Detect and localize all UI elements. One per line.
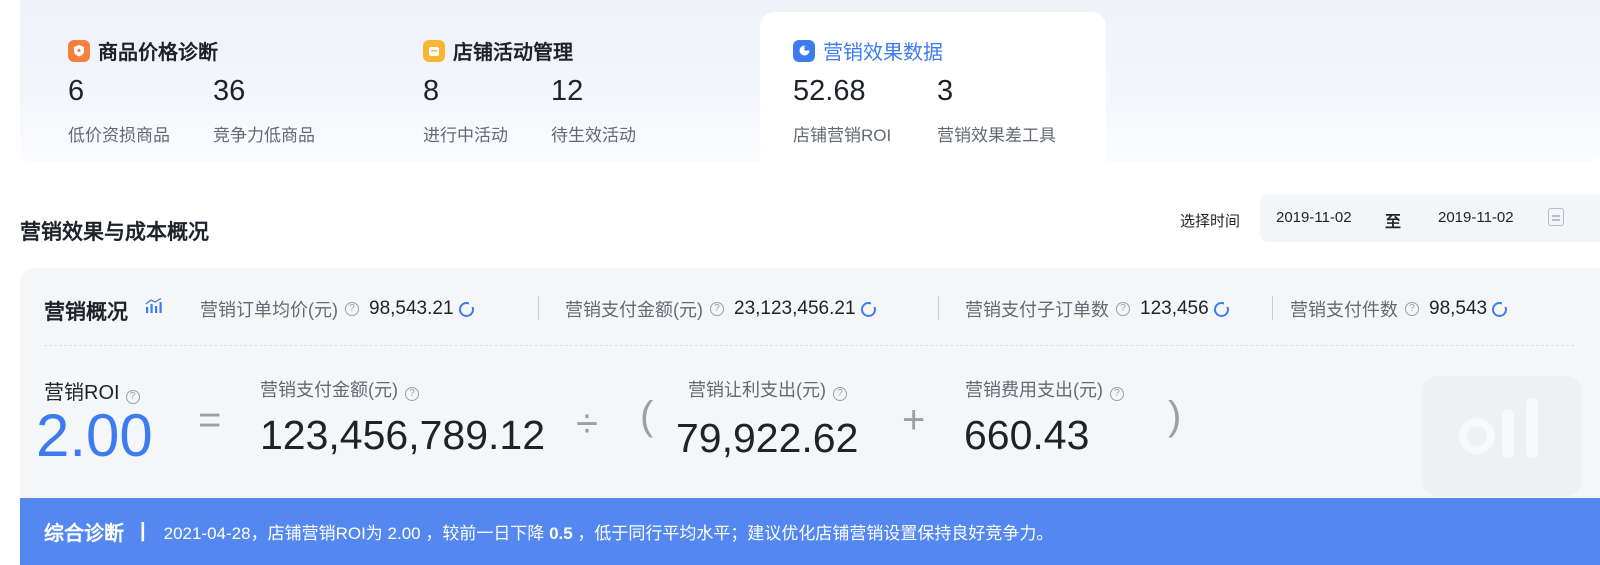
fee-label: 营销费用支出(元)? (965, 376, 1134, 402)
stat-label: 竞争力低商品 (213, 126, 315, 145)
divider (938, 296, 939, 320)
stat-label: 待生效活动 (551, 126, 636, 145)
stat-poor-tools[interactable]: 3 营销效果差工具 (937, 74, 1056, 146)
bar-chart-icon[interactable] (145, 297, 163, 319)
label-text: 营销费用支出(元) (965, 380, 1103, 400)
time-select-label: 选择时间 (1180, 213, 1241, 230)
section-title: 营销效果与成本概况 (20, 221, 209, 244)
close-paren: ) (1168, 394, 1182, 438)
metric-sub-order-count[interactable]: 营销支付子订单数 ? 123,456 (965, 296, 1230, 322)
stat-label: 进行中活动 (423, 126, 508, 145)
diagnosis-text: 2021-04-28，店铺营销ROI为 2.00 ，较前一日下降 0.5 ，低于… (164, 519, 1054, 544)
dashed-divider (44, 345, 1574, 346)
open-paren: ( (640, 394, 654, 438)
pay-amount-label: 营销支付金额(元)? (260, 376, 429, 402)
stat-pending-activities[interactable]: 12 待生效活动 (551, 74, 636, 146)
label-text: 营销让利支出(元) (688, 380, 826, 400)
roi-value: 2.00 (36, 402, 153, 469)
divider (1272, 296, 1273, 320)
plus-sign: + (902, 398, 926, 442)
help-icon[interactable]: ? (1110, 387, 1124, 401)
help-icon[interactable]: ? (345, 302, 359, 316)
divider (538, 296, 539, 320)
metric-label: 营销订单均价(元) (200, 300, 338, 320)
stat-value: 8 (423, 75, 440, 107)
diagnosis-title: 综合诊断 (44, 523, 124, 545)
diagnosis-text-after: ，低于同行平均水平；建议优化店铺营销设置保持良好竞争力。 (572, 524, 1054, 543)
stat-value: 6 (68, 75, 85, 107)
stat-value: 3 (937, 75, 954, 107)
help-icon[interactable]: ? (405, 387, 419, 401)
discount-label: 营销让利支出(元)? (688, 376, 857, 402)
label-text: 营销支付金额(元) (260, 380, 398, 400)
card-title: 店铺活动管理 (453, 42, 573, 64)
trend-chart-icon[interactable] (1492, 300, 1509, 317)
card-price-diagnosis[interactable]: 商品价格诊断 6 低价资损商品 36 竞争力低商品 (48, 12, 388, 162)
stat-label: 店铺营销ROI (793, 126, 892, 145)
metric-pay-amount[interactable]: 营销支付金额(元) ? 23,123,456.21 (565, 296, 877, 322)
diagnosis-bar: 综合诊断 | 2021-04-28，店铺营销ROI为 2.00 ，较前一日下降 … (20, 498, 1600, 565)
pie-chart-icon (793, 39, 815, 62)
trend-chart-icon[interactable] (458, 300, 475, 317)
help-icon[interactable]: ? (1405, 302, 1419, 316)
discount-value: 79,922.62 (676, 415, 859, 461)
metric-label: 营销支付子订单数 (965, 300, 1109, 320)
diagnosis-separator: | (140, 520, 146, 542)
help-icon[interactable]: ? (1116, 302, 1130, 316)
divide-sign: ÷ (576, 402, 598, 446)
metric-avg-order-price[interactable]: 营销订单均价(元) ? 98,543.21 (200, 296, 475, 322)
metric-value: 98,543.21 (369, 298, 454, 319)
help-icon[interactable]: ? (833, 387, 847, 401)
help-icon[interactable]: ? (710, 302, 724, 316)
trend-chart-icon[interactable] (1213, 300, 1230, 317)
stat-store-roi[interactable]: 52.68 店铺营销ROI (793, 74, 891, 146)
marketing-overview-panel: 营销概况 营销订单均价(元) ? 98,543.21 营销支付金额(元) ? 2… (20, 268, 1600, 565)
metric-label: 营销支付金额(元) (565, 300, 703, 320)
stat-running-activities[interactable]: 8 进行中活动 (423, 74, 508, 146)
stat-label: 营销效果差工具 (937, 126, 1056, 145)
date-start-input[interactable]: 2019-11-02 (1276, 209, 1352, 226)
trend-chart-icon[interactable] (860, 300, 877, 317)
equals-sign: = (198, 398, 222, 442)
date-separator: 至 (1385, 214, 1402, 231)
calendar-icon[interactable] (1548, 208, 1564, 226)
metric-value: 23,123,456.21 (734, 298, 856, 319)
diagnosis-highlight: 0.5 (549, 524, 573, 543)
card-store-activity[interactable]: 店铺活动管理 8 进行中活动 12 待生效活动 (403, 12, 733, 162)
fee-value: 660.43 (964, 412, 1090, 458)
shield-icon (68, 39, 90, 62)
overview-title: 营销概况 (44, 301, 128, 324)
stat-low-competitiveness[interactable]: 36 竞争力低商品 (213, 74, 315, 146)
metric-value: 123,456 (1140, 298, 1209, 319)
stat-value: 12 (551, 75, 584, 107)
calendar-icon (423, 39, 445, 62)
pay-amount-value: 123,456,789.12 (260, 412, 545, 458)
metric-item-count[interactable]: 营销支付件数 ? 98,543 (1290, 296, 1509, 322)
date-range-picker[interactable]: 2019-11-02 至 2019-11-02 (1260, 194, 1600, 242)
stat-label: 低价资损商品 (68, 126, 170, 145)
chart-watermark-icon (1422, 376, 1582, 496)
stat-low-price-loss[interactable]: 6 低价资损商品 (68, 74, 170, 146)
card-title: 商品价格诊断 (98, 42, 218, 64)
diagnosis-text-before: 2021-04-28，店铺营销ROI为 2.00 ，较前一日下降 (163, 524, 550, 543)
date-end-input[interactable]: 2019-11-02 (1438, 209, 1514, 226)
card-title: 营销效果数据 (823, 42, 943, 64)
stat-value: 36 (213, 75, 246, 107)
metric-value: 98,543 (1429, 298, 1488, 319)
metric-label: 营销支付件数 (1290, 300, 1398, 320)
stat-value: 52.68 (793, 75, 866, 107)
card-marketing-effect[interactable]: 营销效果数据 52.68 店铺营销ROI 3 营销效果差工具 (760, 12, 1106, 162)
